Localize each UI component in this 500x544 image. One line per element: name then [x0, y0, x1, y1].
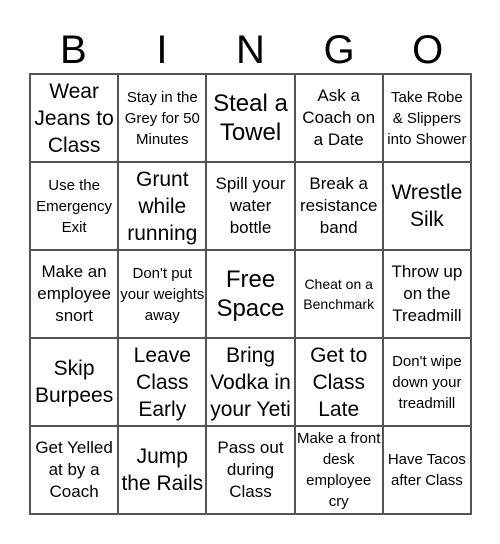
cell-text: Skip Burpees: [34, 357, 114, 407]
bingo-cell[interactable]: Don't put your weights away: [118, 250, 207, 338]
bingo-cell[interactable]: Cheat on a Benchmark: [294, 250, 383, 338]
cell-text: Get Yelled at by a Coach: [35, 438, 113, 501]
cell-text: Stay in the Grey for 50 Minutes: [124, 88, 200, 148]
bingo-cell[interactable]: Stay in the Grey for 50 Minutes: [118, 74, 207, 162]
header-letter-o: O: [412, 28, 444, 72]
cell-text: Make an employee snort: [37, 262, 111, 325]
cell-text: Don't put your weights away: [120, 264, 205, 324]
bingo-cell[interactable]: Pass out during Class: [206, 426, 295, 514]
bingo-cell[interactable]: Steal a Towel: [206, 74, 295, 162]
bingo-header: B I N G O: [29, 28, 472, 73]
header-letter-g: G: [323, 28, 355, 72]
header-letter-n: N: [236, 28, 265, 72]
bingo-cell[interactable]: Use the Emergency Exit: [30, 162, 119, 250]
cell-text: Cheat on a Benchmark: [303, 276, 375, 312]
cell-text: Leave Class Early: [133, 343, 191, 421]
cell-text: Make a front desk employee cry: [297, 430, 381, 510]
bingo-cell[interactable]: Throw up on the Treadmill: [382, 250, 471, 338]
cell-text: Wrestle Silk: [391, 181, 463, 231]
bingo-cell[interactable]: Grunt while running: [118, 162, 207, 250]
header-letter-b: B: [59, 28, 87, 72]
cell-text: Use the Emergency Exit: [36, 176, 113, 236]
cell-text: Pass out during Class: [217, 438, 284, 501]
bingo-cell[interactable]: Skip Burpees: [30, 338, 119, 426]
cell-text: Break a resistance band: [299, 174, 378, 237]
bingo-cell[interactable]: Make an employee snort: [30, 250, 119, 338]
bingo-cell[interactable]: Have Tacos after Class: [382, 426, 471, 514]
free-space-cell[interactable]: Free Space: [206, 250, 295, 338]
cell-text: Ask a Coach on a Date: [302, 86, 376, 149]
bingo-cell[interactable]: Spill your water bottle: [206, 162, 295, 250]
bingo-cell[interactable]: Break a resistance band: [294, 162, 383, 250]
cell-text: Spill your water bottle: [215, 174, 286, 237]
bingo-cell[interactable]: Bring Vodka in your Yeti: [206, 338, 295, 426]
cell-text: Have Tacos after Class: [387, 451, 466, 489]
cell-text: Throw up on the Treadmill: [391, 262, 463, 325]
bingo-cell[interactable]: Get Yelled at by a Coach: [30, 426, 119, 514]
bingo-cell[interactable]: Jump the Rails: [118, 426, 207, 514]
bingo-cell[interactable]: Don't wipe down your treadmill: [382, 338, 471, 426]
cell-text: Take Robe & Slippers into Shower: [387, 88, 467, 148]
cell-text: Steal a Towel: [213, 90, 288, 146]
header-letter-i: I: [156, 28, 168, 72]
cell-text: Jump the Rails: [121, 445, 204, 495]
bingo-grid: Wear Jeans to Class Stay in the Grey for…: [29, 73, 472, 515]
bingo-cell[interactable]: Make a front desk employee cry: [294, 426, 383, 514]
cell-text: Don't wipe down your treadmill: [392, 352, 462, 412]
cell-text: Get to Class Late: [310, 343, 368, 421]
bingo-cell[interactable]: Ask a Coach on a Date: [294, 74, 383, 162]
cell-text: Free Space: [216, 266, 285, 322]
bingo-cell[interactable]: Take Robe & Slippers into Shower: [382, 74, 471, 162]
bingo-cell[interactable]: Wear Jeans to Class: [30, 74, 119, 162]
cell-text: Grunt while running: [127, 167, 198, 245]
bingo-cell[interactable]: Wrestle Silk: [382, 162, 471, 250]
cell-text: Wear Jeans to Class: [34, 79, 114, 157]
bingo-cell[interactable]: Get to Class Late: [294, 338, 383, 426]
cell-text: Bring Vodka in your Yeti: [210, 343, 291, 421]
bingo-cell[interactable]: Leave Class Early: [118, 338, 207, 426]
